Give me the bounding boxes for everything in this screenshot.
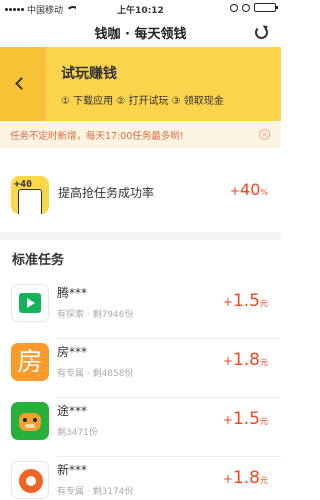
promo-row[interactable]: +40 提高抢任务成功率 +40% — [0, 164, 281, 224]
task-separator — [57, 338, 281, 339]
tuniu-app-icon — [11, 402, 49, 440]
back-button[interactable] — [0, 47, 46, 121]
promo-label: 提高抢任务成功率 — [58, 186, 155, 200]
task-name: 房*** — [57, 345, 88, 359]
task-separator — [57, 397, 281, 398]
task-item[interactable]: 房 房*** 有专属 · 剩4858份 +1.8元 — [0, 340, 281, 398]
alarm-icon — [242, 3, 250, 12]
tencent-video-icon — [11, 284, 49, 322]
task-meta: 有探索 · 剩7946份 — [57, 310, 134, 320]
task-reward-plus: + — [222, 295, 233, 309]
task-reward-plus: + — [222, 472, 233, 486]
task-reward-value: 1.8 — [232, 468, 260, 488]
section-title: 标准任务 — [12, 253, 65, 268]
section-divider — [0, 232, 281, 240]
task-meta: 有专属 · 剩3174份 — [57, 487, 134, 497]
battery-icon — [254, 3, 278, 12]
task-item[interactable]: 腾*** 有探索 · 剩7946份 +1.5元 — [0, 281, 281, 339]
task-item[interactable]: 途*** 剩3471份 +1.5元 — [0, 399, 281, 457]
task-reward-unit: 元 — [260, 417, 268, 426]
task-reward-value: 1.5 — [232, 291, 260, 311]
fang-app-icon: 房 — [11, 343, 49, 381]
close-circle-icon[interactable]: × — [259, 129, 270, 140]
task-reward: +1.5元 — [223, 291, 268, 311]
status-bar: 中国移动 上午10:12 — [0, 0, 281, 18]
rotation-lock-icon — [230, 3, 238, 12]
task-reward: +1.8元 — [223, 468, 268, 488]
task-meta: 有专属 · 剩4858份 — [57, 369, 134, 379]
task-reward-plus: + — [222, 413, 233, 427]
task-name: 途*** — [57, 404, 88, 418]
xin-app-icon — [11, 461, 49, 499]
task-reward: +1.5元 — [223, 409, 268, 429]
promo-value-plus: + — [229, 184, 241, 198]
nav-bar: 钱咖 · 每天领钱 — [0, 18, 281, 46]
task-reward-value: 1.8 — [232, 350, 260, 370]
nav-title: 钱咖 · 每天领钱 — [94, 27, 187, 42]
task-reward-unit: 元 — [260, 358, 268, 367]
task-name: 腾*** — [57, 286, 88, 300]
task-reward-value: 1.5 — [232, 409, 260, 429]
banner: 试玩赚钱 ① 下载应用 ② 打开试玩 ③ 领取现金 — [0, 47, 281, 121]
chevron-left-icon — [15, 77, 28, 90]
banner-title: 试玩赚钱 — [61, 66, 117, 82]
notice-bar: 任务不定时新增，每天17:00任务最多哟! × — [0, 121, 281, 148]
refresh-icon[interactable] — [255, 26, 268, 39]
task-reward-unit: 元 — [260, 476, 268, 485]
promo-value: +40% — [230, 180, 268, 199]
task-reward: +1.8元 — [223, 350, 268, 370]
task-meta: 剩3471份 — [57, 428, 98, 438]
notice-text: 任务不定时新增，每天17:00任务最多哟! — [10, 131, 184, 142]
task-name: 新*** — [57, 463, 88, 477]
task-separator — [57, 456, 281, 457]
promo-value-unit: % — [260, 188, 268, 197]
boost-card-icon: +40 — [11, 176, 49, 214]
task-reward-unit: 元 — [260, 299, 268, 308]
banner-steps: ① 下载应用 ② 打开试玩 ③ 领取现金 — [61, 96, 224, 107]
task-reward-plus: + — [222, 354, 233, 368]
promo-value-number: 40 — [240, 180, 261, 199]
status-right — [230, 3, 278, 12]
task-item[interactable]: 新*** 有专属 · 剩3174份 +1.8元 — [0, 458, 281, 500]
